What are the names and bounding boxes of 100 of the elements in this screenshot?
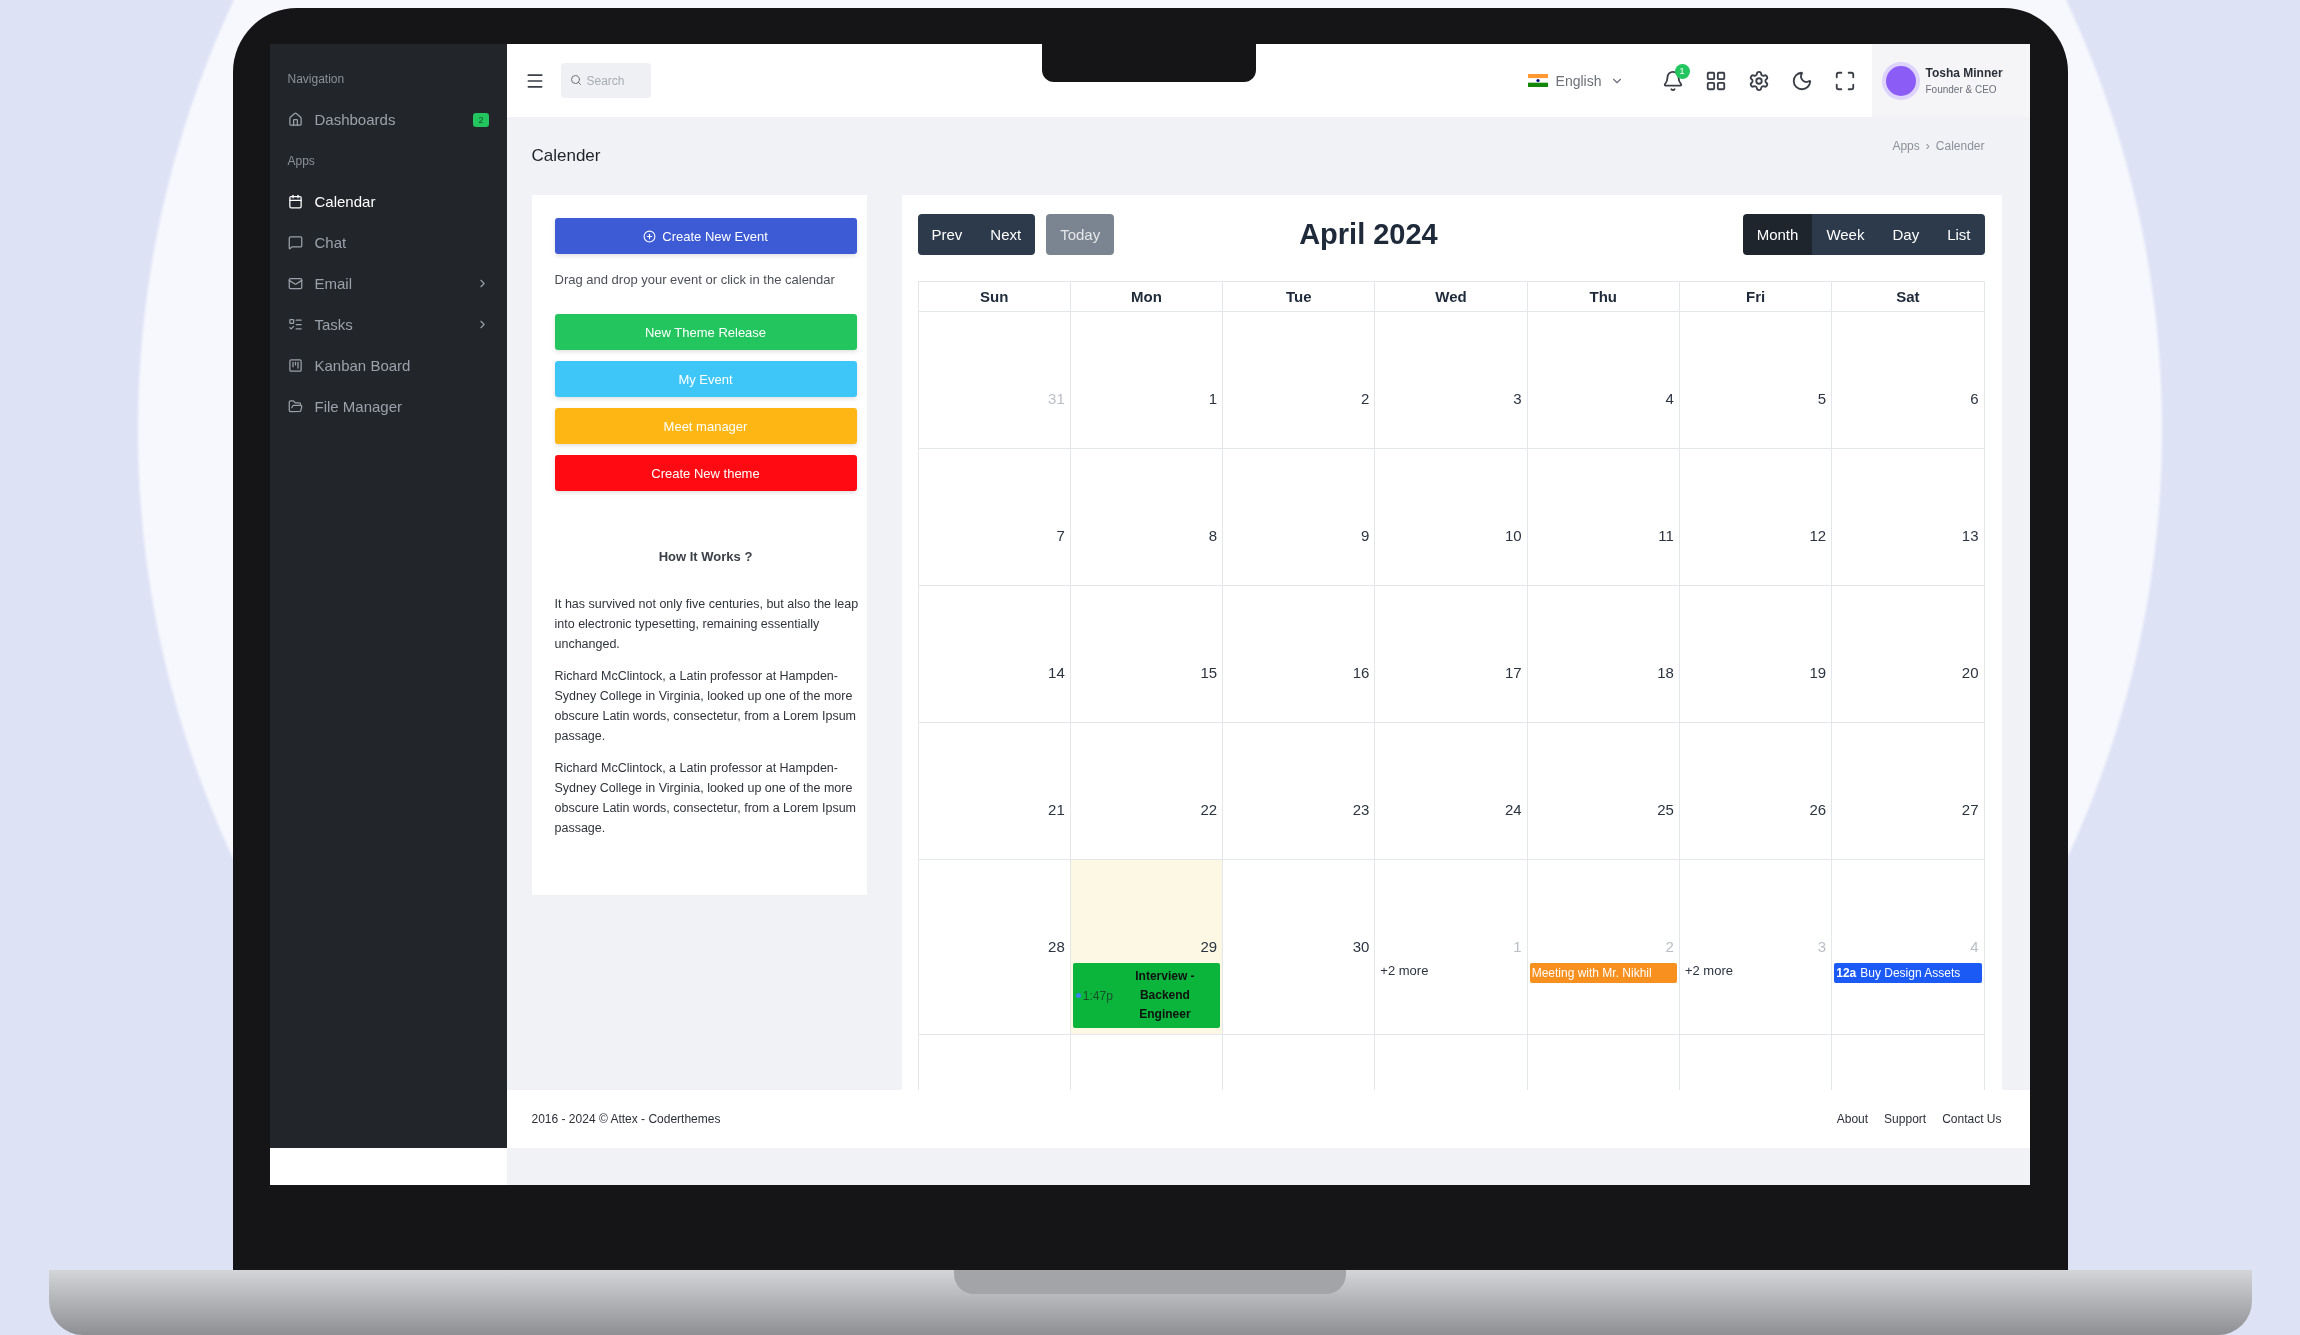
day-cell[interactable]: 4 xyxy=(1527,312,1680,449)
view-tab[interactable]: List xyxy=(1933,214,1985,255)
nav-button[interactable]: Next xyxy=(976,214,1036,255)
day-cell[interactable]: 21 xyxy=(918,723,1071,860)
chat-bubble-icon xyxy=(287,235,303,250)
sidebar-item[interactable]: Kanban Board xyxy=(283,345,493,386)
day-cell[interactable]: 26 xyxy=(1679,723,1833,860)
day-cell[interactable]: 13 xyxy=(1832,449,1985,586)
day-number: 27 xyxy=(1961,801,1980,818)
day-number: 5 xyxy=(1817,390,1828,407)
day-number: 1 xyxy=(1513,938,1523,955)
day-number: 31 xyxy=(1048,390,1066,407)
sidebar-section-title: Navigation xyxy=(286,70,346,88)
day-number: 30 xyxy=(1352,938,1371,955)
day-number: 21 xyxy=(1048,801,1066,818)
day-number: 19 xyxy=(1809,664,1828,681)
day-cell[interactable]: 1 +2 more xyxy=(1375,860,1528,1035)
day-number: 6 xyxy=(1970,390,1980,407)
day-cell[interactable]: 30 xyxy=(1223,860,1376,1035)
day-cell[interactable]: 5 xyxy=(1679,312,1833,449)
day-cell[interactable]: 23 xyxy=(1223,723,1376,860)
day-cell[interactable]: 11 xyxy=(1527,449,1680,586)
day-cell[interactable]: 29 1:47p Interview - Backend Engineer xyxy=(1070,860,1224,1035)
day-cell[interactable]: 28 xyxy=(918,860,1071,1035)
moon-icon xyxy=(1790,69,1813,92)
day-cell[interactable]: 6 xyxy=(1832,312,1985,449)
day-cell[interactable]: 9 xyxy=(1223,449,1376,586)
day-cell[interactable]: 19 xyxy=(1679,586,1833,723)
day-number: 10 xyxy=(1504,527,1523,544)
day-cell[interactable]: 10 xyxy=(1375,449,1528,586)
day-cell[interactable]: 25 xyxy=(1527,723,1680,860)
day-cell[interactable]: 20 xyxy=(1832,586,1985,723)
view-tab[interactable]: Week xyxy=(1812,214,1879,255)
user-role: Founder & CEO xyxy=(1925,84,1998,95)
day-cell[interactable]: 4 12a Buy Design Assets xyxy=(1832,860,1985,1035)
day-cell[interactable]: 12 xyxy=(1679,449,1833,586)
day-cell[interactable]: 3 xyxy=(1375,312,1528,449)
day-number: 8 xyxy=(1208,527,1219,544)
avatar xyxy=(1885,65,1916,96)
day-number: 25 xyxy=(1657,801,1675,818)
day-cell[interactable]: 24 xyxy=(1375,723,1528,860)
sidebar-section-title: Apps xyxy=(286,152,316,170)
view-tab[interactable]: Month xyxy=(1742,214,1813,255)
view-tab[interactable]: Day xyxy=(1878,214,1934,255)
sidebar-item[interactable]: Dashboards 2 xyxy=(283,99,493,140)
day-cell[interactable]: 14 xyxy=(918,586,1071,723)
day-cell[interactable]: 3 +2 more xyxy=(1679,860,1833,1035)
day-cell[interactable]: 8 xyxy=(1070,449,1224,586)
day-number: 2 xyxy=(1665,938,1675,955)
language-selector[interactable]: English xyxy=(1521,71,1630,90)
page-title: Calender xyxy=(531,146,601,166)
calendar-event[interactable]: 12a Buy Design Assets xyxy=(1834,963,1982,983)
day-number: 3 xyxy=(1513,390,1523,407)
nav-button[interactable]: Prev xyxy=(917,214,977,255)
envelope-icon xyxy=(287,276,303,291)
day-cell[interactable]: 15 xyxy=(1070,586,1224,723)
paragraph: Richard McClintock, a Latin professor at Hampden-Sydney College in Virginia, looked up one of the more obscure Latin words, consectetur, from a Lorem Ipsum passage. xyxy=(554,760,858,837)
day-cell[interactable]: 16 xyxy=(1223,586,1376,723)
day-cell[interactable]: 7 xyxy=(918,449,1071,586)
day-cell[interactable]: 17 xyxy=(1375,586,1528,723)
grid-icon xyxy=(1704,69,1727,92)
search-icon xyxy=(569,74,582,86)
search-field[interactable]: Search xyxy=(560,63,651,98)
day-number: 13 xyxy=(1961,527,1980,544)
user-profile[interactable]: Tosha Minner Founder & CEO xyxy=(1871,44,2030,117)
calendar-title: April 2024 xyxy=(1298,218,1439,251)
plus-circle-icon xyxy=(643,229,657,243)
create-event-button[interactable]: Create New Event xyxy=(554,218,857,254)
user-name: Tosha Minner xyxy=(1925,66,2003,80)
board-icon xyxy=(287,358,303,373)
day-cell[interactable]: 2 xyxy=(1223,312,1376,449)
flag-icon xyxy=(1527,74,1548,87)
day-cell[interactable]: 22 xyxy=(1070,723,1224,860)
calendar-event[interactable]: 1:47p Interview - Backend Engineer xyxy=(1072,963,1221,1028)
day-number: 7 xyxy=(1056,527,1066,544)
day-cell[interactable]: 1 xyxy=(1070,312,1224,449)
day-number: 22 xyxy=(1200,801,1219,818)
day-cell[interactable]: 18 xyxy=(1527,586,1680,723)
day-cell[interactable]: 27 xyxy=(1832,723,1985,860)
copyright-text: 2016 - 2024 © Attex - Coderthemes xyxy=(531,1112,721,1126)
sidebar-item[interactable]: Chat xyxy=(283,222,493,263)
sidebar-item[interactable]: Email xyxy=(283,263,493,304)
day-number: 2 xyxy=(1361,390,1371,407)
day-number: 23 xyxy=(1352,801,1371,818)
sidebar-item[interactable]: File Manager xyxy=(283,386,493,427)
draggable-event[interactable]: Create New theme xyxy=(554,455,857,491)
footer-link[interactable]: Contact Us xyxy=(1942,1112,2002,1126)
fullscreen-icon xyxy=(1833,69,1856,92)
day-number: 29 xyxy=(1200,938,1219,955)
more-events-link[interactable]: +2 more xyxy=(1377,963,1429,978)
footer-link[interactable]: Support xyxy=(1884,1112,1927,1126)
sidebar-item[interactable]: Calendar xyxy=(283,181,493,222)
day-number: 26 xyxy=(1809,801,1828,818)
sidebar-item[interactable]: Tasks xyxy=(283,304,493,345)
more-events-link[interactable]: +2 more xyxy=(1681,963,1733,978)
day-number: 17 xyxy=(1504,664,1523,681)
notification-count: 1 xyxy=(1674,63,1690,79)
day-number: 3 xyxy=(1817,938,1828,955)
footer-link[interactable]: About xyxy=(1836,1112,1869,1126)
settings-icon xyxy=(1747,69,1770,92)
